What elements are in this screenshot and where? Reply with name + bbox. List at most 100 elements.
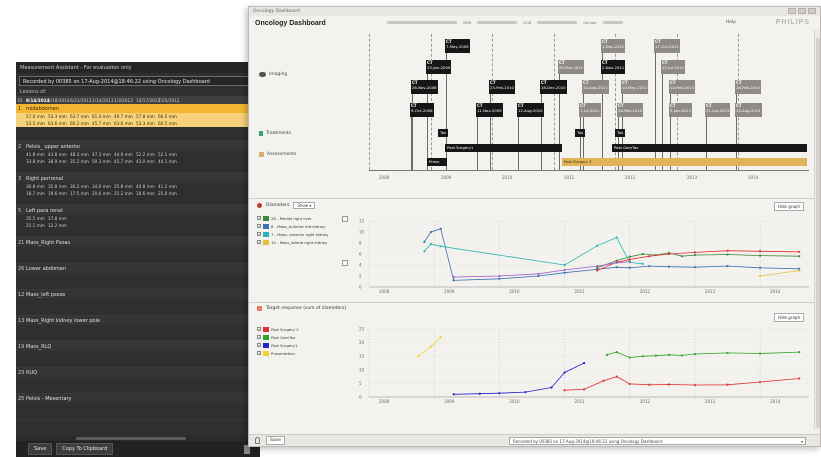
recording-dropdown[interactable]: Recorded by 00385 on 17-Aug-2014@18:46:2… [509,437,806,445]
minimize-icon[interactable] [788,8,796,14]
measurement-cell[interactable]: 49.7 mm [114,114,136,119]
save-button[interactable]: Save [28,443,53,455]
recording-select[interactable]: Recorded by 00385 on 17-Aug-2014@18:46:2… [19,76,257,86]
measurement-cell[interactable]: 57.8 mm [136,114,158,119]
ct-event[interactable]: CT 9-Oct-2008 [410,103,434,117]
maximize-icon[interactable] [798,8,806,14]
measurement-cell[interactable]: 30.8 mm [26,184,48,189]
lesion-row[interactable]: 3 Right perirenal 30.8 mm 35.8 mm 36.2 mm 34.… [16,174,260,206]
col-header-date[interactable]: 6/21/2013 [70,98,92,103]
measurement-cell[interactable]: 19.6 mm [48,191,70,196]
lesion-row[interactable]: 26 Lower abdomen [16,264,260,290]
ct-event[interactable]: CT 7-May-2009 [445,39,470,53]
help-link[interactable]: Help [726,20,736,25]
measurement-cell[interactable]: 53.3 mm [48,114,70,119]
measurement-cell[interactable]: 17.8 mm [48,216,70,221]
ct-event[interactable]: CT 26-Nov-2008 [411,80,438,94]
lesion-row[interactable]: 19 Mass_RLQ [16,342,260,368]
measurement-cell[interactable]: 43.8 mm [48,152,70,157]
lesion-row[interactable]: 21 Mass_Right Psoas [16,238,260,264]
measurement-cell[interactable]: 44.9 mm [114,152,136,157]
copy-to-clipboard-button[interactable]: Copy To Clipboard [56,443,114,455]
ct-event[interactable]: CT 1-Dec-2011 [601,39,626,53]
measurement-cell[interactable]: 41.8 mm [26,152,48,157]
treatment-bar[interactable]: Tax [438,129,448,137]
assessment-bar[interactable]: Post Surgery 2 [562,158,807,166]
treatment-bar[interactable]: Tax [575,129,585,137]
measurement-cell[interactable]: 34.6 mm [92,184,114,189]
measurement-cell[interactable]: 20.6 mm [92,191,114,196]
measurement-cell[interactable]: 25.8 mm [114,184,136,189]
measurement-cell[interactable]: 63.6 mm [48,121,70,126]
measurement-cell[interactable]: 17.5 mm [70,191,92,196]
ct-event[interactable]: CT 15-Aug-2011 [582,80,609,94]
measurement-cell[interactable]: 53.5 mm [26,121,48,126]
measurement-cell[interactable]: 18.6 mm [136,191,158,196]
ct-event[interactable]: CT 14-Aug-2014 [735,103,762,117]
measurement-cell[interactable]: 52.2 mm [136,152,158,157]
measurement-cell[interactable]: 21.2 mm [114,191,136,196]
ct-event[interactable]: CT 23-Feb-2010 [489,80,515,94]
measurement-cell[interactable]: 44.1 mm [158,159,180,164]
measurement-cell[interactable]: 35.8 mm [48,184,70,189]
assessment-bar[interactable]: Post Surgery1 [445,144,562,152]
ct-event[interactable]: CT 25-Jul-2012 [661,60,686,74]
measurement-cell[interactable]: 38.9 mm [48,159,70,164]
save-button[interactable]: Save [266,436,286,445]
measurement-cell[interactable]: 35.2 mm [70,159,92,164]
lesion-row[interactable]: 13 Mass_Right kidney lower pole [16,316,260,342]
lesion-row[interactable]: 25 Pelvis - Mesentary [16,394,260,420]
col-header-date[interactable]: 10/17/2012 [136,98,160,103]
close-icon[interactable] [808,8,816,14]
col-header-date[interactable]: 1/3/2013 [114,98,136,103]
measurement-cell[interactable]: 36.2 mm [70,184,92,189]
measurement-cell[interactable]: 48.3 mm [70,152,92,157]
measurement-cell[interactable]: 43.0 mm [136,159,158,164]
col-header-date[interactable]: 2/14/2013 [92,98,114,103]
ct-event[interactable]: CT 16-Mar-2012 [617,103,644,117]
col-header-date[interactable]: 8/14/2014 [26,98,49,103]
scrollbar-thumb[interactable] [816,38,820,428]
measurement-cell[interactable]: 33.8 mm [26,159,48,164]
lesion-row[interactable]: 5 Left para renal 35.5 mm 17.8 mm 21.1 mm 12.… [16,206,260,238]
measurement-cell[interactable]: 12.2 mm [48,223,70,228]
treatment-bar[interactable]: Tax [615,129,625,137]
measurement-cell[interactable]: 50.3 mm [92,159,114,164]
measurement-cell[interactable]: 25.0 mm [158,191,180,196]
ct-event[interactable]: CT 7-Jul-2011 [579,103,601,117]
measurement-cell[interactable]: 45.7 mm [92,121,114,126]
measurement-cell[interactable]: 41.2 mm [158,184,180,189]
measurement-cell[interactable]: 40.8 mm [136,184,158,189]
measurement-cell[interactable]: 57.0 mm [26,114,48,119]
measurement-cell[interactable]: 35.5 mm [26,216,48,221]
ct-event[interactable]: CT 23-Jan-2009 [426,60,452,74]
measurement-cell[interactable]: 60.5 mm [158,121,180,126]
measurement-cell[interactable]: 61.4 mm [92,114,114,119]
ct-event[interactable]: CT 18-Feb-2014 [735,80,761,94]
measurement-cell[interactable]: 21.1 mm [26,223,48,228]
measurement-cell[interactable]: 53.3 mm [136,121,158,126]
vertical-scrollbar[interactable] [814,30,820,430]
lesion-row[interactable]: 23 RUQ [16,368,260,394]
measurement-cell[interactable]: 52.1 mm [158,152,180,157]
ct-event[interactable]: CT 11-Nov-2009 [476,103,503,117]
col-header-date[interactable]: 2/18/2014 [48,98,70,103]
assessment-bar[interactable]: Presn [427,158,447,166]
measurement-cell[interactable]: 66.5 mm [158,114,180,119]
measurement-cell[interactable]: 45.7 mm [114,159,136,164]
lesion-row[interactable]: 12 Mass_left psoas [16,290,260,316]
measurement-cell[interactable]: 18.7 mm [26,191,48,196]
ct-event[interactable]: CT 2-Nov-2011 [601,60,626,74]
ct-event[interactable]: CT 14-Feb-2013 [669,80,695,94]
measurement-cell[interactable]: 47.3 mm [92,152,114,157]
col-header-date[interactable]: 7/25/2012 [158,98,180,103]
assessment-bar[interactable]: Post GemTax [612,144,807,152]
lightbulb-icon[interactable] [255,437,260,444]
measurement-cell[interactable]: 63.6 mm [114,121,136,126]
lesion-row[interactable]: 2 Pelvis_ upper anterior 41.8 mm 43.8 mm 48.… [16,142,260,174]
scrollbar-thumb[interactable] [76,437,186,440]
ct-event[interactable]: CT 17-Oct-2012 [654,39,680,53]
measurement-cell[interactable]: 63.7 mm [70,114,92,119]
ct-event[interactable]: CT 18-Dec-2010 [540,80,567,94]
lesion-row[interactable]: 1 midabdomen 57.0 mm 53.3 mm 63.7 mm 61.4 mm 4… [16,104,260,142]
